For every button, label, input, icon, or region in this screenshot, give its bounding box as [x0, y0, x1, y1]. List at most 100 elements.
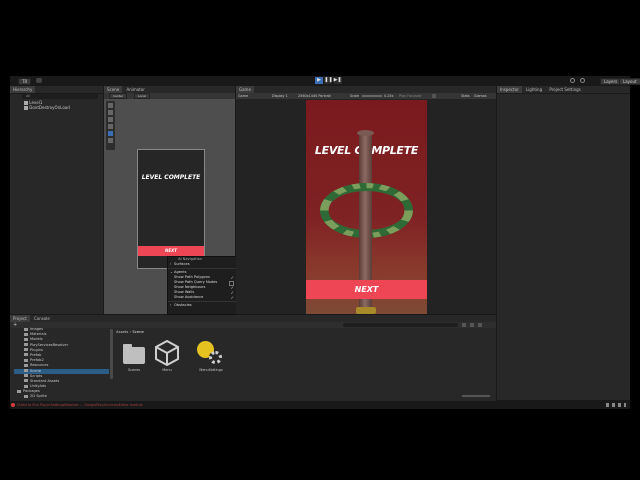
preview-next-button: NEXT	[138, 246, 204, 256]
cloud-icon[interactable]	[36, 78, 42, 83]
resolution-dropdown[interactable]: 2560x1440 Portrait	[298, 93, 331, 99]
folder-icon	[24, 343, 28, 347]
pole-front	[359, 218, 372, 244]
foldout-arrow-icon: ›	[170, 303, 172, 307]
folder-icon	[24, 374, 28, 378]
step-button[interactable]: ▶❚	[333, 77, 342, 84]
status-icons[interactable]	[606, 403, 626, 407]
game-view[interactable]: LEVEL COMPLETE NEXT	[306, 100, 427, 314]
folder-icon	[24, 358, 28, 362]
asset-scenes[interactable]: Scenes	[120, 343, 148, 375]
folder-icon	[24, 369, 28, 372]
preview-title: LEVEL COMPLETE	[141, 174, 201, 181]
view-tool-icon[interactable]	[108, 103, 113, 108]
folder-icon	[24, 337, 28, 341]
pivot-local-dropdown[interactable]: Local	[134, 93, 150, 99]
play-controls: ▶ ❚❚ ▶❚	[315, 77, 342, 84]
tab-game[interactable]: Game	[236, 86, 254, 93]
tool-palette	[106, 101, 115, 150]
tab-console[interactable]: Console	[31, 315, 53, 322]
tab-lighting[interactable]: Lighting	[523, 86, 545, 93]
project-search-input[interactable]	[343, 323, 458, 327]
hierarchy-panel: Hierarchy All Level1 DontDestroyOnLoad	[10, 86, 103, 314]
scene-toolbar: Center Local	[104, 93, 235, 99]
layout-dropdown[interactable]: Layout	[619, 78, 640, 85]
stats-button[interactable]: Stats	[461, 93, 470, 99]
breadcrumb-scene[interactable]: Scene	[132, 329, 144, 334]
transform-tool-icon[interactable]	[108, 138, 113, 143]
inspector-panel: Inspector Lighting Project Settings	[497, 86, 630, 400]
gizmos-dropdown[interactable]: Gizmos	[474, 93, 487, 99]
foldout-arrow-icon: ›	[170, 262, 172, 266]
eye-icon[interactable]	[478, 323, 482, 327]
ai-navigation-overlay: AI Navigation › Surfaces ⌄ Agents Show P…	[167, 256, 237, 315]
pole-base	[356, 307, 376, 314]
breadcrumb-assets[interactable]: Assets	[116, 329, 128, 334]
tab-project-settings[interactable]: Project Settings	[546, 86, 583, 93]
breadcrumb: Assets › Scene	[116, 329, 144, 334]
play-focused-dropdown[interactable]: Play Focused	[399, 93, 421, 99]
project-tree-scrollbar[interactable]	[110, 329, 113, 379]
pause-button[interactable]: ❚❚	[324, 77, 333, 84]
icon-size-slider[interactable]	[462, 395, 490, 397]
option-show-avoidance[interactable]: Show Avoidance ✓	[168, 295, 236, 300]
tab-animator[interactable]: Animator	[123, 86, 147, 93]
status-bar: Failed to find PlayerSettingsResolver ..…	[10, 401, 630, 409]
folder-icon	[24, 379, 28, 383]
folder-icon	[24, 384, 28, 388]
checkbox[interactable]: ✓	[231, 295, 234, 300]
divider	[168, 268, 236, 269]
project-folder-tree: Images Materials Models PlayServicesReso…	[14, 327, 109, 400]
tab-hierarchy[interactable]: Hierarchy	[10, 86, 36, 93]
scale-tool-icon[interactable]	[108, 124, 113, 129]
game-panel: Game Game Display 1 2560x1440 Portrait S…	[236, 86, 496, 314]
unity-scene-icon	[155, 340, 179, 366]
scale-slider[interactable]	[362, 95, 382, 97]
tab-scene[interactable]: Scene	[104, 86, 123, 93]
asset-menusettings[interactable]: MenuSettings	[193, 339, 229, 375]
scene-icon	[24, 106, 28, 110]
rotate-tool-icon[interactable]	[108, 117, 113, 122]
folder-icon	[24, 327, 28, 331]
gear-icon	[209, 351, 222, 364]
surfaces-foldout[interactable]: › Surfaces	[168, 262, 236, 267]
asset-menu[interactable]: Menu	[153, 339, 181, 375]
tab-inspector[interactable]: Inspector	[497, 86, 522, 93]
hierarchy-item-dontdestroyonload[interactable]: DontDestroyOnLoad	[14, 105, 100, 110]
status-message[interactable]: Failed to find PlayerSettingsResolver ..…	[17, 401, 143, 409]
search-icon[interactable]	[580, 78, 585, 83]
divider	[168, 301, 236, 302]
mute-audio-icon[interactable]	[432, 94, 436, 98]
project-panel: Project Console + Images Materials Model…	[10, 315, 496, 401]
move-tool-icon[interactable]	[108, 110, 113, 115]
canvas-preview[interactable]: LEVEL COMPLETE NEXT	[137, 149, 205, 269]
folder-icon	[24, 363, 28, 367]
star-icon[interactable]	[470, 323, 474, 327]
rect-tool-icon[interactable]	[108, 131, 113, 136]
folder-icon	[24, 332, 28, 336]
display-dropdown[interactable]: Display 1	[272, 93, 288, 99]
obstacles-foldout[interactable]: › Obstacles	[168, 303, 236, 308]
folder-icon	[24, 348, 28, 352]
filter-icon[interactable]	[462, 323, 466, 327]
game-toolbar: Game Display 1 2560x1440 Portrait Scale …	[236, 93, 496, 99]
inspector-tabbar: Inspector Lighting Project Settings	[497, 86, 630, 94]
history-icon[interactable]	[570, 78, 575, 83]
game-mode-dropdown[interactable]: Game	[238, 93, 248, 99]
main-toolbar: TR ▶ ❚❚ ▶❚ Layers Layout	[10, 76, 640, 86]
folder-2d-sprite[interactable]: 2D Sprite	[14, 394, 109, 399]
scale-value: 0.25x	[384, 94, 394, 98]
account-button[interactable]: TR	[18, 78, 32, 85]
play-button[interactable]: ▶	[315, 77, 323, 84]
next-button[interactable]: NEXT	[306, 280, 427, 299]
folder-icon	[123, 344, 145, 364]
scale-label: Scale	[350, 94, 360, 98]
error-icon	[11, 403, 15, 407]
folder-icon	[24, 353, 28, 357]
folder-icon	[24, 394, 28, 398]
tab-project[interactable]: Project	[10, 315, 30, 322]
pivot-center-dropdown[interactable]: Center	[109, 93, 128, 99]
hierarchy-tree: Level1 DontDestroyOnLoad	[14, 100, 100, 110]
hierarchy-search-input[interactable]: All	[22, 94, 98, 99]
hierarchy-tabbar: Hierarchy	[10, 86, 103, 94]
